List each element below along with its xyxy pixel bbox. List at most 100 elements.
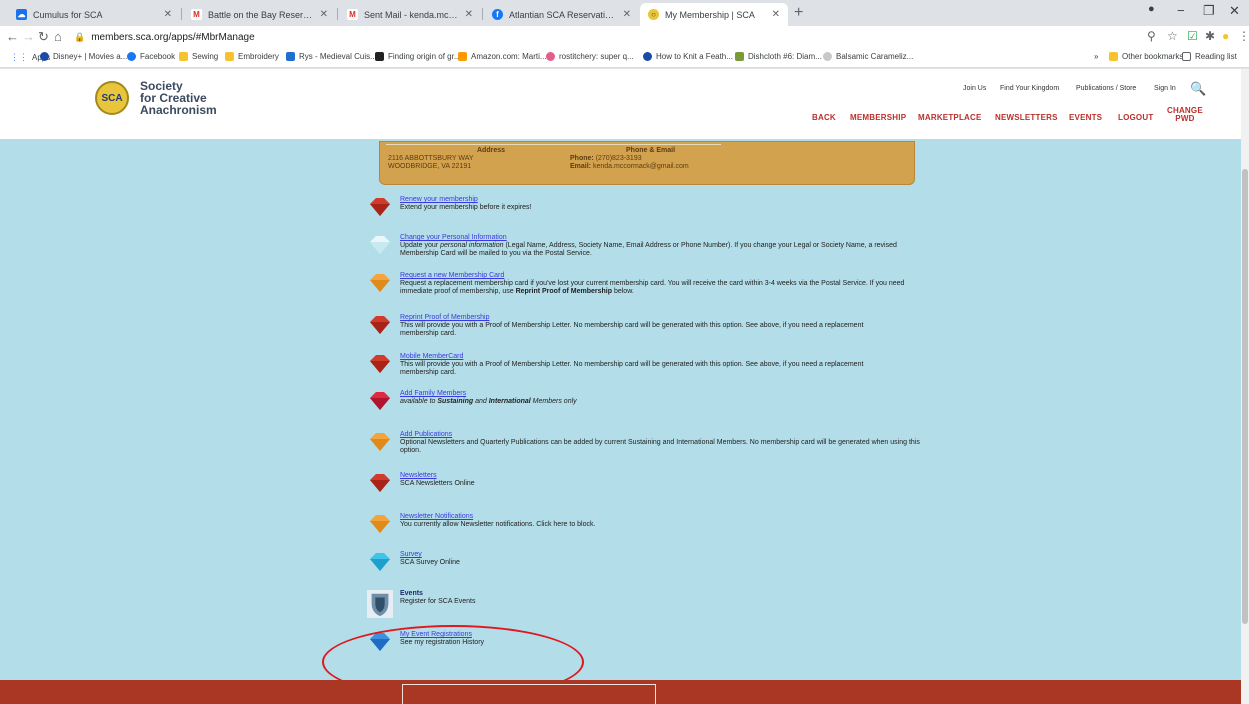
desc-part: Members only: [530, 398, 577, 405]
item-desc: This will provide you with a Proof of Me…: [400, 322, 864, 337]
sca-logo[interactable]: SCA: [95, 81, 129, 115]
close-icon[interactable]: ✕: [772, 9, 780, 20]
browser-toolbar: ← → ↻ ⌂ 🔒 members.sca.org/apps/#MbrManag…: [0, 26, 1249, 48]
tab-my-membership[interactable]: ○ My Membership | SCA ✕: [640, 3, 788, 26]
bookmark-label: Dishcloth #6: Diam...: [748, 52, 822, 61]
item-desc: You currently allow Newsletter notificat…: [400, 521, 596, 528]
close-icon[interactable]: ✕: [320, 9, 328, 20]
reprint-proof-link[interactable]: Reprint Proof of Membership: [400, 314, 900, 322]
mobile-card-link[interactable]: Mobile MemberCard: [400, 353, 900, 361]
close-window-icon[interactable]: ✕: [1229, 3, 1240, 19]
orange-gem-icon: [370, 433, 390, 451]
reading-list[interactable]: Reading list: [1182, 52, 1237, 61]
new-tab-icon[interactable]: +: [794, 4, 803, 22]
bookmark-rostitchery[interactable]: rostitchery: super q...: [546, 52, 634, 61]
bookmark-dishcloth[interactable]: Dishcloth #6: Diam...: [735, 52, 822, 61]
close-icon[interactable]: ✕: [623, 9, 631, 20]
item-text: Events Register for SCA Events: [400, 590, 475, 618]
extensions-puzzle-icon[interactable]: ✱: [1205, 29, 1215, 43]
renew-membership-link[interactable]: Renew your membership: [400, 196, 532, 204]
item-text: My Event Registrations See my registrati…: [400, 631, 484, 653]
nav-logout[interactable]: LOGOUT: [1118, 113, 1153, 122]
publications-link[interactable]: Publications / Store: [1076, 85, 1136, 92]
bookmark-star-icon[interactable]: ☆: [1167, 29, 1178, 43]
bookmark-knit-feather[interactable]: How to Knit a Feath...: [643, 52, 733, 61]
back-arrow-icon[interactable]: ←: [6, 29, 19, 44]
item-text: Reprint Proof of Membership This will pr…: [400, 314, 900, 338]
close-icon[interactable]: ✕: [164, 9, 172, 20]
add-family-link[interactable]: Add Family Members: [400, 390, 577, 398]
nav-marketplace[interactable]: MARKETPLACE: [918, 113, 982, 122]
web-page: SCA Society for Creative Anachronism Joi…: [0, 69, 1241, 704]
red-gem-icon: [370, 355, 390, 373]
events-link[interactable]: Events: [400, 590, 475, 598]
nav-change-pwd[interactable]: CHANGE PWD: [1167, 107, 1203, 123]
home-icon[interactable]: ⌂: [54, 29, 62, 44]
footer-box: [402, 684, 656, 704]
shield-icon: [366, 590, 394, 618]
bookmark-amazon[interactable]: Amazon.com: Marti...: [458, 52, 547, 61]
profile-menu-icon[interactable]: ●: [1148, 3, 1155, 15]
email-line: Email: kenda.mccormack@gmail.com: [570, 163, 689, 171]
reload-icon[interactable]: ↻: [38, 29, 49, 45]
scrollbar-thumb[interactable]: [1242, 169, 1248, 624]
zoom-icon[interactable]: ⚲: [1147, 29, 1156, 43]
site-title[interactable]: Society for Creative Anachronism: [140, 80, 217, 116]
survey-link[interactable]: Survey: [400, 551, 460, 559]
tab-label: Battle on the Bay Reservation - s: [208, 9, 314, 20]
item-text: Add Publications Optional Newsletters an…: [400, 431, 920, 455]
cyan-gem-icon: [370, 553, 390, 571]
bookmark-facebook[interactable]: Facebook: [127, 52, 175, 61]
restore-icon[interactable]: ❐: [1203, 3, 1215, 19]
find-kingdom-link[interactable]: Find Your Kingdom: [1000, 85, 1059, 92]
minimize-icon[interactable]: −: [1177, 3, 1185, 18]
close-icon[interactable]: ✕: [465, 9, 473, 20]
dg-icon: [375, 52, 384, 61]
other-bookmarks[interactable]: Other bookmarks: [1109, 52, 1183, 61]
nav-back[interactable]: BACK: [812, 113, 836, 122]
more-bookmarks-button[interactable]: »: [1094, 52, 1098, 61]
menu-dots-icon[interactable]: ⋮: [1238, 29, 1249, 43]
site-icon: [643, 52, 652, 61]
nav-newsletters[interactable]: NEWSLETTERS: [995, 113, 1058, 122]
amazon-icon: [458, 52, 467, 61]
bookmark-sewing[interactable]: Sewing: [179, 52, 218, 61]
newsletter-notifications-link[interactable]: Newsletter Notifications: [400, 513, 595, 521]
tab-sent-mail[interactable]: M Sent Mail - kenda.mccormack@g ✕: [339, 3, 481, 26]
desc-part: and: [473, 398, 489, 405]
my-registrations-link[interactable]: My Event Registrations: [400, 631, 484, 639]
sign-in-link[interactable]: Sign In: [1154, 85, 1176, 92]
extension-check-icon[interactable]: ☑: [1187, 29, 1198, 43]
avatar[interactable]: ●: [1222, 29, 1229, 43]
search-icon[interactable]: 🔍: [1190, 81, 1206, 97]
address-line: 2116 ABBOTTSBURY WAY: [388, 155, 474, 162]
tab-battle-on-the-bay[interactable]: M Battle on the Bay Reservation - s ✕: [183, 3, 336, 26]
bookmark-finding-origin[interactable]: Finding origin of gr...: [375, 52, 460, 61]
bookmark-disney[interactable]: Disney+ | Movies a...: [40, 52, 127, 61]
bookmark-embroidery[interactable]: Embroidery: [225, 52, 279, 61]
list-item-notifications: Newsletter Notifications You currently a…: [366, 513, 595, 535]
lock-icon: 🔒: [74, 31, 86, 42]
add-publications-link[interactable]: Add Publications: [400, 431, 920, 439]
nav-membership[interactable]: MEMBERSHIP: [850, 113, 906, 122]
bookmark-balsamic[interactable]: Balsamic Carameliz...: [823, 52, 913, 61]
newsletters-link[interactable]: Newsletters: [400, 472, 475, 480]
apps-grid-icon: ⋮⋮: [10, 52, 28, 62]
nav-events[interactable]: EVENTS: [1069, 113, 1102, 122]
page-scrollbar[interactable]: [1241, 69, 1249, 704]
red-gem-icon: [370, 474, 390, 492]
address-bar[interactable]: 🔒 members.sca.org/apps/#MbrManage: [74, 28, 1149, 46]
address-line: WOODBRIDGE, VA 22191: [388, 163, 472, 170]
tab-atlantian[interactable]: f Atlantian SCA Reservation Syste ✕: [484, 3, 639, 26]
nav-change-line: PWD: [1175, 114, 1195, 123]
site-footer: [0, 680, 1241, 704]
forward-arrow-icon[interactable]: →: [22, 29, 35, 44]
tab-cumulus[interactable]: ☁ Cumulus for SCA ✕: [8, 3, 180, 26]
change-info-link[interactable]: Change your Personal Information: [400, 234, 920, 242]
tab-label: My Membership | SCA: [665, 9, 755, 20]
orange-gem-icon: [370, 515, 390, 533]
join-us-link[interactable]: Join Us: [963, 85, 986, 92]
new-card-link[interactable]: Request a new Membership Card: [400, 272, 920, 280]
cumulus-icon: ☁: [16, 9, 27, 20]
bookmark-rys[interactable]: Rys - Medieval Cuis...: [286, 52, 377, 61]
